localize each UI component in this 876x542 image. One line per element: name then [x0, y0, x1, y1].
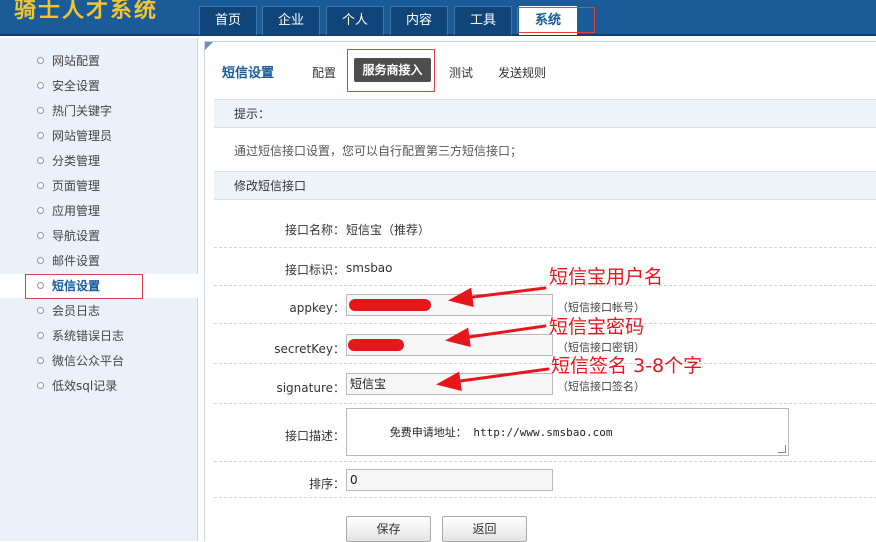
- sidebar-item-label: 网站管理员: [52, 129, 113, 143]
- sidebar-item-label: 导航设置: [52, 229, 101, 243]
- resize-grip-icon[interactable]: [778, 445, 786, 453]
- sidebar-item-wechat[interactable]: 微信公众平台: [0, 349, 198, 373]
- order-label: 排序：: [308, 477, 345, 491]
- form-row-order: 排序： 0: [214, 462, 876, 498]
- appkey-input[interactable]: [346, 294, 553, 316]
- bullet-icon: [37, 57, 44, 64]
- sidebar-item-label: 安全设置: [52, 79, 101, 93]
- sidebar-item-label: 短信设置: [52, 279, 101, 293]
- redaction-scribble: [349, 299, 431, 311]
- sidebar-item-categories[interactable]: 分类管理: [0, 149, 198, 173]
- nav-tab-content[interactable]: 内容: [390, 6, 448, 35]
- bullet-icon: [37, 282, 44, 289]
- sidebar-item-pages[interactable]: 页面管理: [0, 174, 198, 198]
- name-label: 接口名称：: [284, 223, 345, 237]
- hint-heading: 提示：: [214, 99, 876, 128]
- redaction-scribble: [348, 339, 404, 351]
- description-textarea[interactable]: 免费申请地址： http://www.smsbao.com: [346, 408, 789, 456]
- nav-tab-tools[interactable]: 工具: [454, 6, 512, 35]
- description-text: 免费申请地址： http://www.smsbao.com: [389, 426, 613, 439]
- order-input[interactable]: 0: [346, 469, 553, 491]
- sidebar-item-label: 热门关键字: [52, 104, 113, 118]
- tab-config[interactable]: 配置: [312, 64, 336, 81]
- bullet-icon: [37, 307, 44, 314]
- identifier-value: smsbao: [346, 261, 393, 275]
- sidebar-item-admins[interactable]: 网站管理员: [0, 124, 198, 148]
- bullet-icon: [37, 132, 44, 139]
- sidebar-item-security[interactable]: 安全设置: [0, 74, 198, 98]
- description-label: 接口描述：: [284, 429, 345, 443]
- form-row-identifier: 接口标识： smsbao: [214, 248, 876, 286]
- bullet-icon: [37, 207, 44, 214]
- main-content: 短信设置 配置 服务商接入 测试 发送规则 提示： 通过短信接口设置，您可以自行…: [204, 41, 876, 542]
- sub-nav: 短信设置 配置 服务商接入 测试 发送规则: [205, 42, 876, 98]
- sidebar-item-sms[interactable]: 短信设置: [0, 274, 198, 298]
- form-row-secret: secretKey： （短信接口密钥）: [214, 324, 876, 364]
- form-row-appkey: appkey： （短信接口帐号）: [214, 286, 876, 324]
- app-brand: 骑士人才系统: [14, 0, 159, 23]
- form-row-name: 接口名称： 短信宝（推荐）: [214, 202, 876, 248]
- sidebar-item-label: 低效sql记录: [52, 379, 118, 393]
- bullet-icon: [37, 232, 44, 239]
- bullet-icon: [37, 157, 44, 164]
- annotation-username: 短信宝用户名: [549, 266, 664, 288]
- bullet-icon: [37, 332, 44, 339]
- form-heading: 修改短信接口: [214, 171, 876, 200]
- sidebar-item-navigation[interactable]: 导航设置: [0, 224, 198, 248]
- secret-input[interactable]: [346, 334, 553, 356]
- bullet-icon: [37, 257, 44, 264]
- tab-provider[interactable]: 服务商接入: [354, 58, 431, 82]
- sidebar-item-hot-keywords[interactable]: 热门关键字: [0, 99, 198, 123]
- sidebar-item-label: 分类管理: [52, 154, 101, 168]
- form-row-signature: signature： 短信宝 （短信接口签名）: [214, 364, 876, 404]
- identifier-label: 接口标识：: [284, 263, 345, 277]
- nav-tab-company[interactable]: 企业: [262, 6, 320, 35]
- sidebar-item-label: 系统错误日志: [52, 329, 125, 343]
- bullet-icon: [37, 182, 44, 189]
- bullet-icon: [37, 357, 44, 364]
- sidebar-item-label: 邮件设置: [52, 254, 101, 268]
- page-title: 短信设置: [222, 66, 275, 81]
- hint-text: 通过短信接口设置，您可以自行配置第三方短信接口；: [234, 144, 523, 158]
- sidebar-item-label: 应用管理: [52, 204, 101, 218]
- sidebar-item-slow-sql[interactable]: 低效sql记录: [0, 374, 198, 398]
- bullet-icon: [37, 82, 44, 89]
- sidebar: 网站配置 安全设置 热门关键字 网站管理员 分类管理 页面管理 应用管理 导航设…: [0, 38, 198, 541]
- signature-label: signature：: [276, 381, 345, 395]
- tab-test[interactable]: 测试: [449, 64, 473, 81]
- nav-tab-system[interactable]: 系统: [519, 6, 577, 35]
- sidebar-item-label: 微信公众平台: [52, 354, 125, 368]
- bullet-icon: [37, 107, 44, 114]
- sidebar-item-member-log[interactable]: 会员日志: [0, 299, 198, 323]
- nav-tab-home[interactable]: 首页: [199, 6, 257, 35]
- sidebar-item-error-log[interactable]: 系统错误日志: [0, 324, 198, 348]
- tab-send-rules[interactable]: 发送规则: [498, 64, 546, 81]
- signature-input[interactable]: 短信宝: [346, 373, 553, 395]
- annotation-signature: 短信签名 3-8个字: [551, 355, 703, 377]
- name-value: 短信宝（推荐）: [346, 223, 431, 237]
- sidebar-item-label: 页面管理: [52, 179, 101, 193]
- back-button[interactable]: 返回: [442, 516, 527, 542]
- secret-label: secretKey：: [274, 342, 345, 356]
- sidebar-item-site-config[interactable]: 网站配置: [0, 49, 198, 73]
- sidebar-item-label: 会员日志: [52, 304, 101, 318]
- appkey-label: appkey：: [289, 301, 345, 315]
- bullet-icon: [37, 382, 44, 389]
- sidebar-item-apps[interactable]: 应用管理: [0, 199, 198, 223]
- sidebar-item-mail[interactable]: 邮件设置: [0, 249, 198, 273]
- top-nav-bar: 骑士人才系统 首页 企业 个人 内容 工具 系统: [0, 0, 876, 36]
- annotation-password: 短信宝密码: [549, 316, 645, 338]
- nav-tab-personal[interactable]: 个人: [326, 6, 384, 35]
- signature-hint: （短信接口签名）: [557, 380, 645, 393]
- sidebar-item-label: 网站配置: [52, 54, 101, 68]
- save-button[interactable]: 保存: [346, 516, 431, 542]
- form-row-description: 接口描述： 免费申请地址： http://www.smsbao.com: [214, 404, 876, 462]
